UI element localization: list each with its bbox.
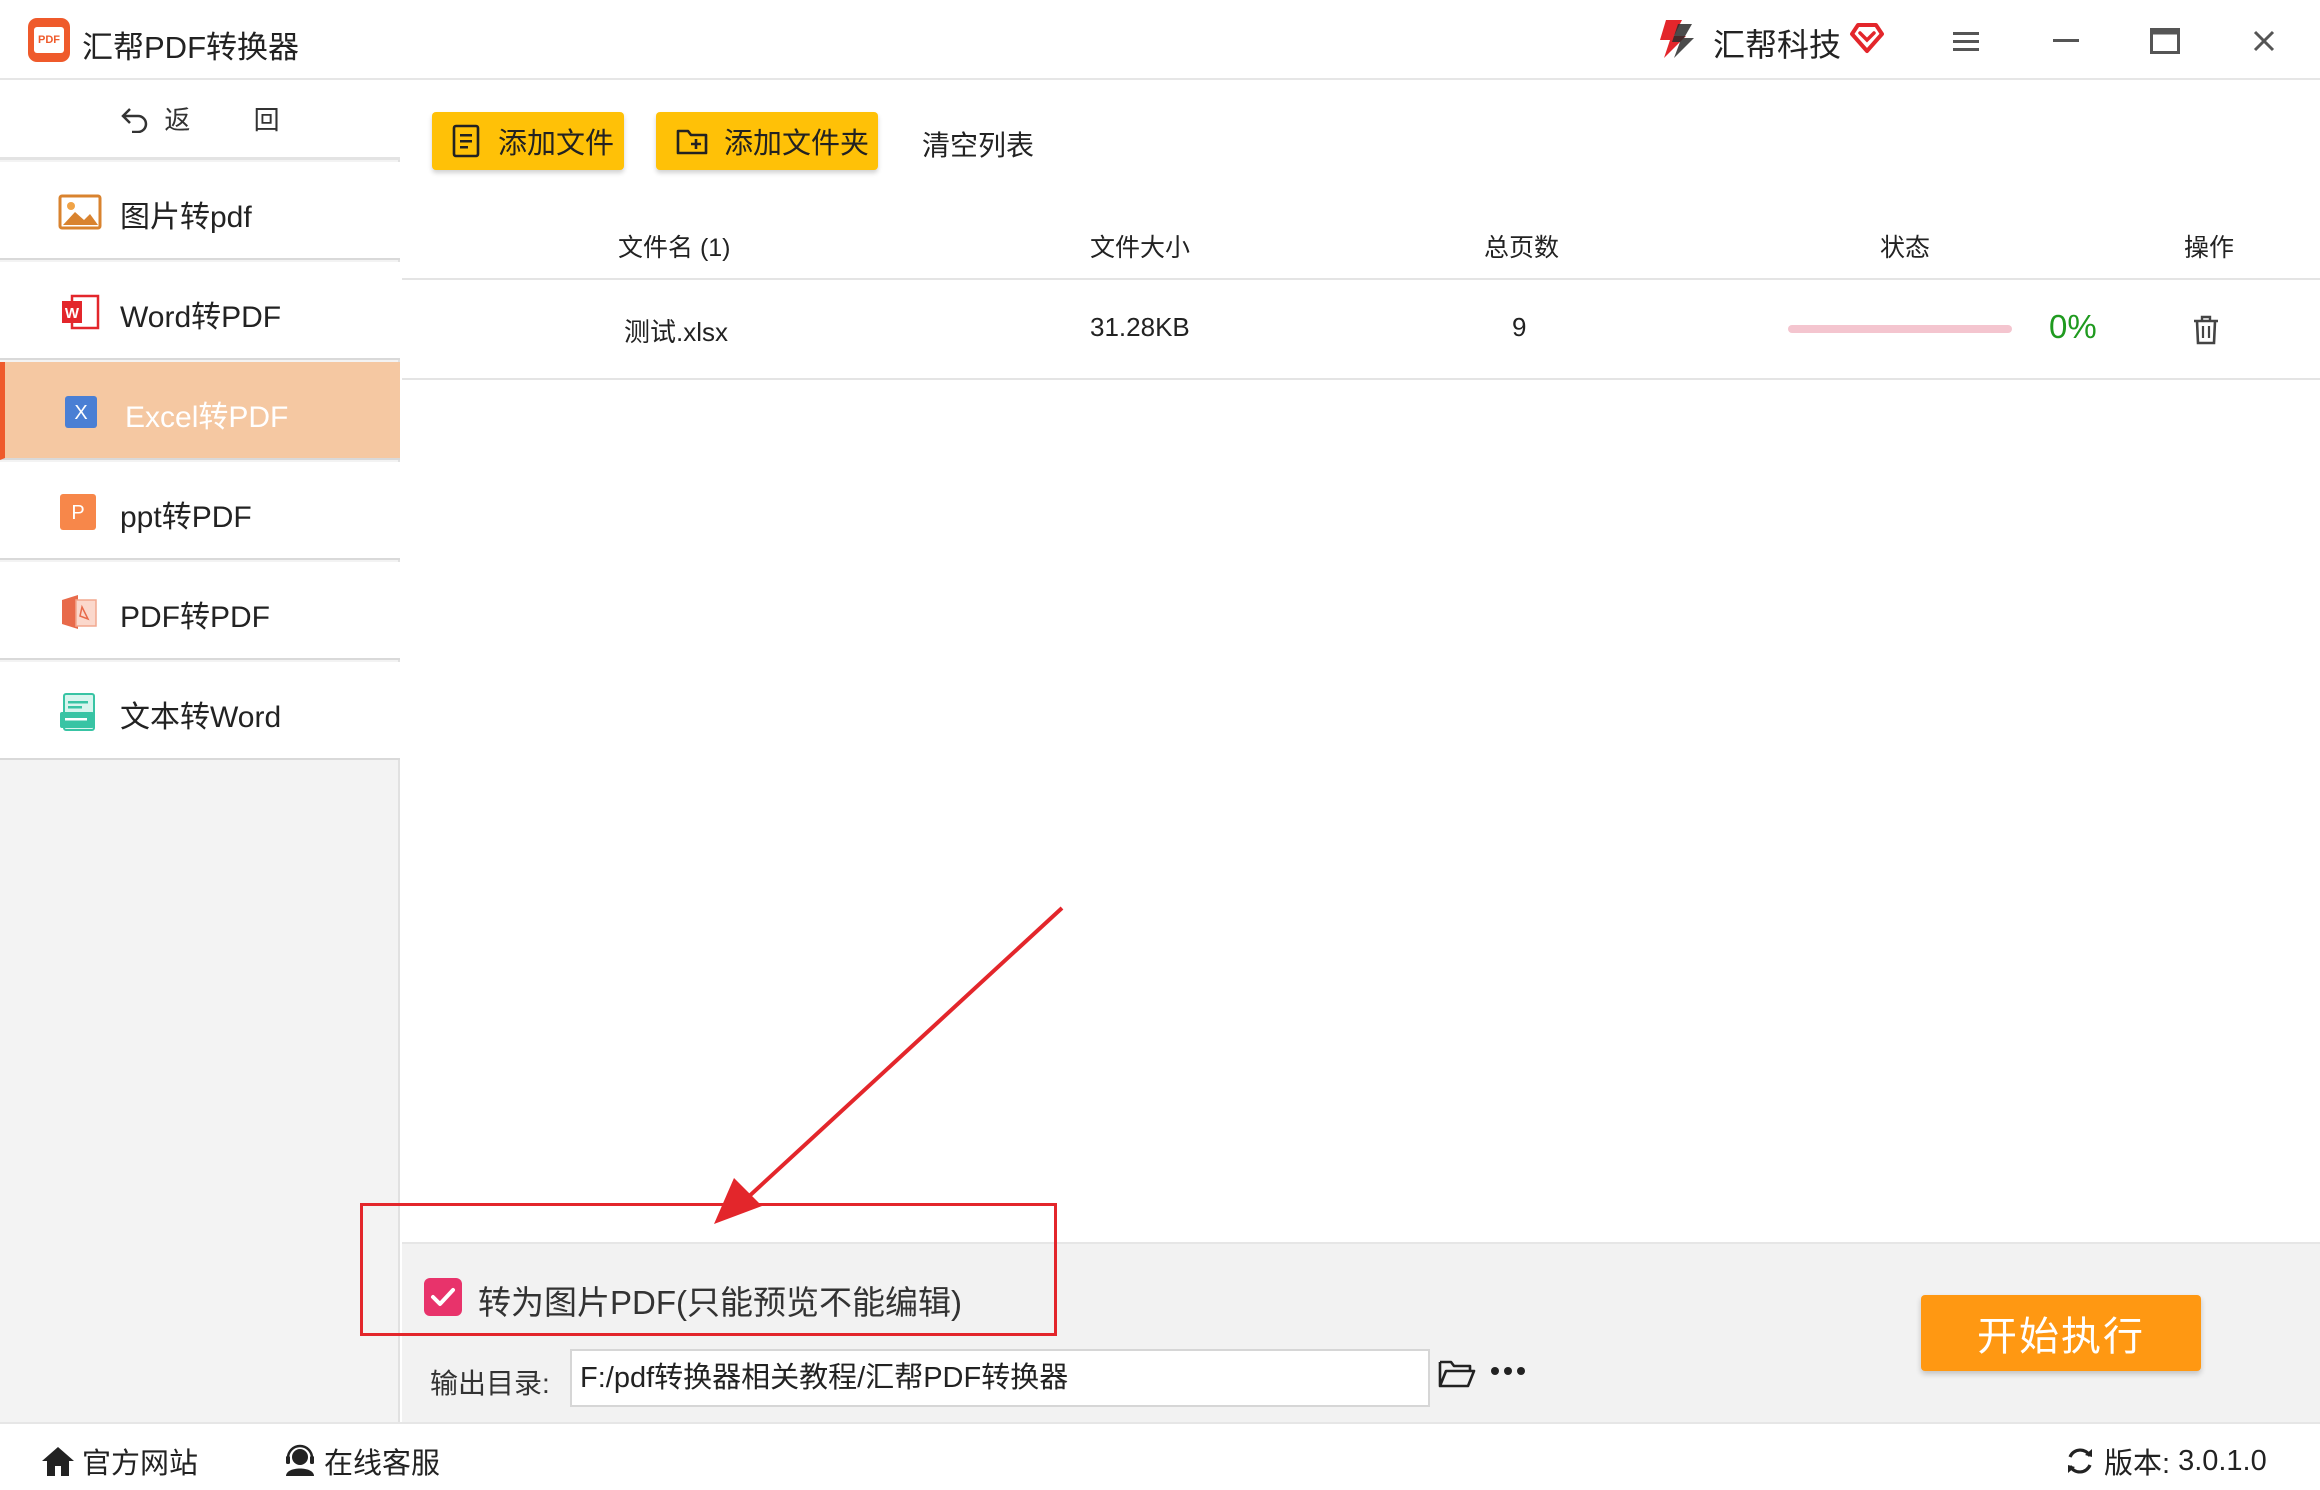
official-website-label: 官方网站 — [82, 1448, 199, 1480]
add-folder-button[interactable]: 添加文件夹 — [656, 112, 878, 170]
back-button[interactable]: 返 回 — [0, 80, 400, 160]
start-button[interactable]: 开始执行 — [1921, 1295, 2201, 1371]
sidebar-item-pdf-to-pdf[interactable]: PDF转PDF — [0, 562, 400, 660]
brand-name: 汇帮科技 — [1713, 27, 1842, 63]
add-file-button[interactable]: 添加文件 — [432, 112, 624, 170]
sidebar-item-label: 文本转Word — [120, 701, 282, 734]
back-label: 返 回 — [164, 105, 308, 135]
online-support-label: 在线客服 — [324, 1448, 441, 1480]
add-folder-label: 添加文件夹 — [724, 128, 870, 160]
image-pdf-checkbox[interactable] — [424, 1278, 462, 1316]
official-website-link[interactable]: 官方网站 — [40, 1440, 198, 1482]
add-folder-icon — [676, 129, 708, 155]
open-folder-icon[interactable] — [1438, 1358, 1476, 1390]
svg-text:X: X — [74, 402, 87, 424]
excel-icon: X — [65, 396, 97, 428]
minimize-button[interactable] — [2038, 16, 2094, 66]
svg-text:W: W — [65, 305, 80, 322]
word-icon: W — [62, 294, 100, 330]
close-button[interactable] — [2236, 16, 2292, 66]
add-file-icon — [452, 124, 480, 158]
version-number: 3.0.1.0 — [2178, 1444, 2267, 1477]
progress-bar — [1788, 325, 2012, 333]
checkmark-icon — [431, 1288, 455, 1306]
column-header-status: 状态 — [1880, 234, 1931, 262]
menu-button[interactable] — [1938, 16, 1994, 66]
sidebar-item-label: Word转PDF — [120, 301, 282, 334]
more-options-icon[interactable] — [1490, 1366, 1526, 1376]
title-bar: PDF 汇帮PDF转换器 汇帮科技 — [0, 0, 2320, 80]
sidebar-item-ppt-to-pdf[interactable]: P ppt转PDF — [0, 462, 400, 560]
sidebar-item-word-to-pdf[interactable]: W Word转PDF — [0, 262, 400, 360]
sidebar-item-label: PDF转PDF — [120, 601, 270, 634]
status-bar: 官方网站 在线客服 版本: 3.0.1.0 — [0, 1422, 2320, 1490]
app-title: 汇帮PDF转换器 — [82, 30, 299, 65]
online-support-link[interactable]: 在线客服 — [282, 1440, 440, 1482]
sidebar: 返 回 图片转pdf W Word转PDF X Excel转PDF P ppt转… — [0, 80, 400, 1422]
column-header-filename: 文件名 (1) — [618, 234, 731, 262]
file-table-header: 文件名 (1) 文件大小 总页数 状态 操作 — [402, 210, 2320, 280]
sidebar-item-label: ppt转PDF — [120, 501, 252, 534]
home-icon — [42, 1447, 74, 1476]
progress-percent: 0% — [2049, 308, 2097, 345]
brand-logo-icon — [1660, 20, 1694, 58]
hamburger-icon — [1953, 32, 1979, 51]
table-row: 测试.xlsx 31.28KB 9 0% — [402, 282, 2320, 380]
sidebar-item-excel-to-pdf[interactable]: X Excel转PDF — [0, 362, 400, 460]
app-logo-icon: PDF — [28, 18, 70, 62]
file-size-cell: 31.28KB — [1090, 312, 1190, 342]
refresh-icon — [2068, 1448, 2092, 1474]
svg-text:P: P — [71, 502, 84, 524]
ppt-icon: P — [60, 494, 96, 530]
clear-list-button[interactable]: 清空列表 — [922, 124, 1034, 164]
sidebar-item-text-to-word[interactable]: 文本转Word — [0, 662, 400, 760]
trash-icon[interactable] — [2192, 314, 2220, 346]
sidebar-item-label: 图片转pdf — [120, 201, 252, 234]
sidebar-item-image-to-pdf[interactable]: 图片转pdf — [0, 162, 400, 260]
maximize-icon — [2150, 28, 2180, 54]
support-agent-icon — [286, 1444, 314, 1476]
back-arrow-icon — [121, 107, 148, 133]
file-name-cell: 测试.xlsx — [624, 317, 729, 347]
heart-diamond-icon[interactable] — [1848, 18, 1886, 56]
page-count-cell: 9 — [1512, 312, 1527, 342]
text-doc-icon — [60, 693, 95, 731]
pdf-icon — [62, 595, 97, 629]
output-dir-input[interactable]: F:/pdf转换器相关教程/汇帮PDF转换器 — [570, 1349, 1430, 1407]
close-icon — [2253, 30, 2275, 52]
version-label: 版本: — [2104, 1448, 2171, 1480]
version-info[interactable]: 版本: 3.0.1.0 — [2064, 1440, 2267, 1482]
column-header-pages: 总页数 — [1484, 234, 1560, 262]
maximize-button[interactable] — [2137, 16, 2193, 66]
minimize-icon — [2053, 39, 2079, 42]
column-header-action: 操作 — [2184, 234, 2235, 262]
column-header-filesize: 文件大小 — [1090, 234, 1191, 262]
image-icon — [58, 194, 102, 230]
output-dir-label: 输出目录: — [430, 1368, 550, 1399]
image-pdf-label[interactable]: 转为图片PDF(只能预览不能编辑) — [478, 1276, 962, 1324]
sidebar-item-label: Excel转PDF — [125, 401, 289, 434]
add-file-label: 添加文件 — [498, 128, 615, 160]
